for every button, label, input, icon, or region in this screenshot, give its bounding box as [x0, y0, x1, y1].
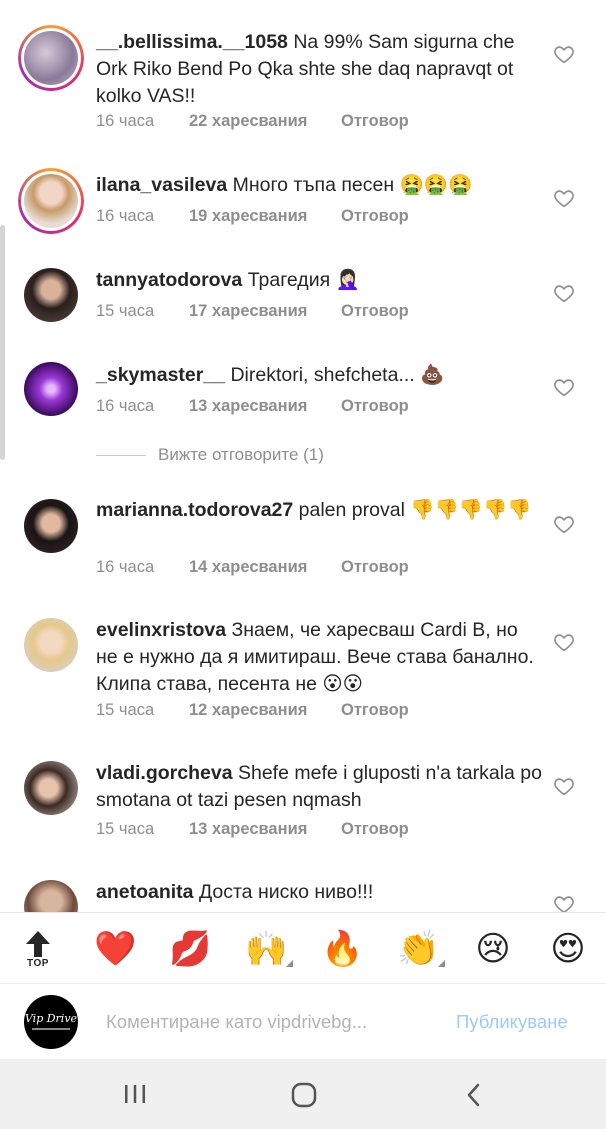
- comment-likes[interactable]: 13 харесвания: [189, 397, 341, 416]
- comment-text: Direktori, shefcheta... 💩: [230, 364, 445, 386]
- emoji-heart-button[interactable]: ❤️: [94, 929, 136, 969]
- comment-body: evelinxristova Знаем, че харесваш Cardi …: [96, 617, 542, 698]
- comment-meta: 15 часа 17 харесвания Отговор: [96, 302, 409, 321]
- emoji-crying-button[interactable]: 😢: [473, 929, 513, 969]
- comment-likes[interactable]: 14 харесвания: [189, 558, 341, 577]
- comment-time: 15 часа: [96, 820, 155, 838]
- comment-text: Много тъпа песен 🤮🤮🤮: [232, 174, 473, 196]
- comment-time: 16 часа: [96, 207, 155, 225]
- comment-body: tannyatodorova Трагедия 🤦🏻‍♀️: [96, 267, 542, 294]
- comment-username[interactable]: __.bellissima.__1058: [96, 31, 288, 53]
- home-icon[interactable]: [290, 1082, 318, 1108]
- comment-body: __.bellissima.__1058 Na 99% Sam sigurna …: [96, 29, 542, 110]
- reply-button[interactable]: Отговор: [341, 207, 409, 226]
- emoji-glyph: 🙌: [245, 930, 288, 968]
- comment-likes[interactable]: 13 харесвания: [189, 820, 341, 839]
- comment-meta: 16 часа 14 харесвания Отговор: [96, 558, 409, 577]
- reply-button[interactable]: Отговор: [341, 820, 409, 839]
- avatar-logo-text: Vip Drive: [24, 1012, 78, 1025]
- comment-meta: 16 часа 22 харесвания Отговор: [96, 112, 409, 131]
- comment-body: marianna.todorova27 palen proval 👎👎👎👎👎: [96, 497, 542, 524]
- avatar[interactable]: [24, 268, 78, 322]
- emoji-kiss-button[interactable]: 💋: [169, 929, 211, 969]
- reply-button[interactable]: Отговор: [341, 701, 409, 720]
- replies-divider: [96, 454, 146, 456]
- comment-likes[interactable]: 22 харесвания: [189, 112, 341, 131]
- avatar[interactable]: [24, 499, 78, 553]
- comment-time: 16 часа: [96, 397, 155, 415]
- comment-text: Доста ниско ниво!!!: [198, 881, 374, 903]
- reply-button[interactable]: Отговор: [341, 558, 409, 577]
- comment-composer: Vip Drive Коментиране като vipdrivebg...…: [0, 983, 606, 1060]
- back-icon[interactable]: [462, 1082, 486, 1108]
- heart-icon[interactable]: [553, 376, 575, 398]
- comment-likes[interactable]: 12 харесвания: [189, 701, 341, 720]
- avatar[interactable]: [24, 618, 78, 672]
- emoji-fire-button[interactable]: 🔥: [321, 929, 363, 969]
- view-replies-button[interactable]: Вижте отговорите (1): [96, 445, 324, 465]
- comment-body: _skymaster__ Direktori, shefcheta... 💩: [96, 362, 542, 389]
- user-avatar[interactable]: Vip Drive: [24, 995, 78, 1049]
- heart-icon[interactable]: [553, 282, 575, 304]
- comment-username[interactable]: anetoanita: [96, 881, 194, 903]
- comment-username[interactable]: evelinxristova: [96, 619, 226, 641]
- comment-username[interactable]: ilana_vasileva: [96, 174, 227, 196]
- system-nav-bar: [0, 1059, 606, 1129]
- post-button[interactable]: Публикуване: [456, 1011, 568, 1033]
- skin-tone-indicator: [438, 960, 445, 967]
- avatar[interactable]: [24, 880, 78, 912]
- heart-icon[interactable]: [553, 631, 575, 653]
- comments-feed[interactable]: __.bellissima.__1058 Na 99% Sam sigurna …: [0, 0, 606, 912]
- emoji-clap-button[interactable]: 👏: [397, 929, 445, 969]
- reply-button[interactable]: Отговор: [341, 302, 409, 321]
- comment-time: 16 часа: [96, 112, 155, 130]
- comment-body: vladi.gorcheva Shefe mefe i gluposti n'a…: [96, 760, 542, 814]
- reply-button[interactable]: Отговор: [341, 397, 409, 416]
- comment-body: anetoanita Доста ниско ниво!!!: [96, 879, 542, 906]
- avatar[interactable]: [24, 761, 78, 815]
- comment-username[interactable]: _skymaster__: [96, 364, 225, 386]
- scroll-indicator: [0, 225, 5, 460]
- top-button[interactable]: TOP: [24, 929, 52, 969]
- comment-meta: 16 часа 13 харесвания Отговор: [96, 397, 409, 416]
- comment-username[interactable]: vladi.gorcheva: [96, 762, 233, 784]
- heart-icon[interactable]: [553, 775, 575, 797]
- comment-text: Трагедия 🤦🏻‍♀️: [247, 269, 360, 291]
- recent-apps-icon[interactable]: [122, 1083, 148, 1105]
- avatar[interactable]: [18, 168, 84, 234]
- heart-icon[interactable]: [553, 187, 575, 209]
- comment-meta: 15 часа 13 харесвания Отговор: [96, 820, 409, 839]
- view-replies-label: Вижте отговорите (1): [158, 445, 324, 464]
- top-label: TOP: [27, 958, 49, 969]
- reply-button[interactable]: Отговор: [341, 112, 409, 131]
- comment-meta: 15 часа 12 харесвания Отговор: [96, 701, 409, 720]
- heart-icon[interactable]: [553, 893, 575, 912]
- comment-likes[interactable]: 19 харесвания: [189, 207, 341, 226]
- top-arrow-icon: [26, 931, 50, 957]
- emoji-glyph: 👏: [397, 930, 440, 968]
- comment-meta: 16 часа 19 харесвания Отговор: [96, 207, 409, 226]
- skin-tone-indicator: [286, 960, 293, 967]
- comment-likes[interactable]: 17 харесвания: [189, 302, 341, 321]
- avatar[interactable]: [18, 25, 84, 91]
- comment-time: 16 часа: [96, 558, 155, 576]
- emoji-heart-eyes-button[interactable]: 😍: [548, 929, 588, 969]
- comment-time: 15 часа: [96, 302, 155, 320]
- avatar-logo-line: [32, 1028, 70, 1030]
- comment-username[interactable]: marianna.todorova27: [96, 499, 293, 521]
- comment-time: 15 часа: [96, 701, 155, 719]
- emoji-bar: TOP ❤️ 💋 🙌 🔥 👏 😢 😍: [0, 912, 606, 983]
- avatar[interactable]: [24, 362, 78, 416]
- heart-icon[interactable]: [553, 513, 575, 535]
- comment-text: palen proval 👎👎👎👎👎: [298, 499, 532, 521]
- comment-username[interactable]: tannyatodorova: [96, 269, 242, 291]
- comment-input[interactable]: Коментиране като vipdrivebg...: [106, 1011, 367, 1033]
- heart-icon[interactable]: [553, 43, 575, 65]
- comment-body: ilana_vasileva Много тъпа песен 🤮🤮🤮: [96, 172, 542, 199]
- emoji-raised-hands-button[interactable]: 🙌: [245, 929, 293, 969]
